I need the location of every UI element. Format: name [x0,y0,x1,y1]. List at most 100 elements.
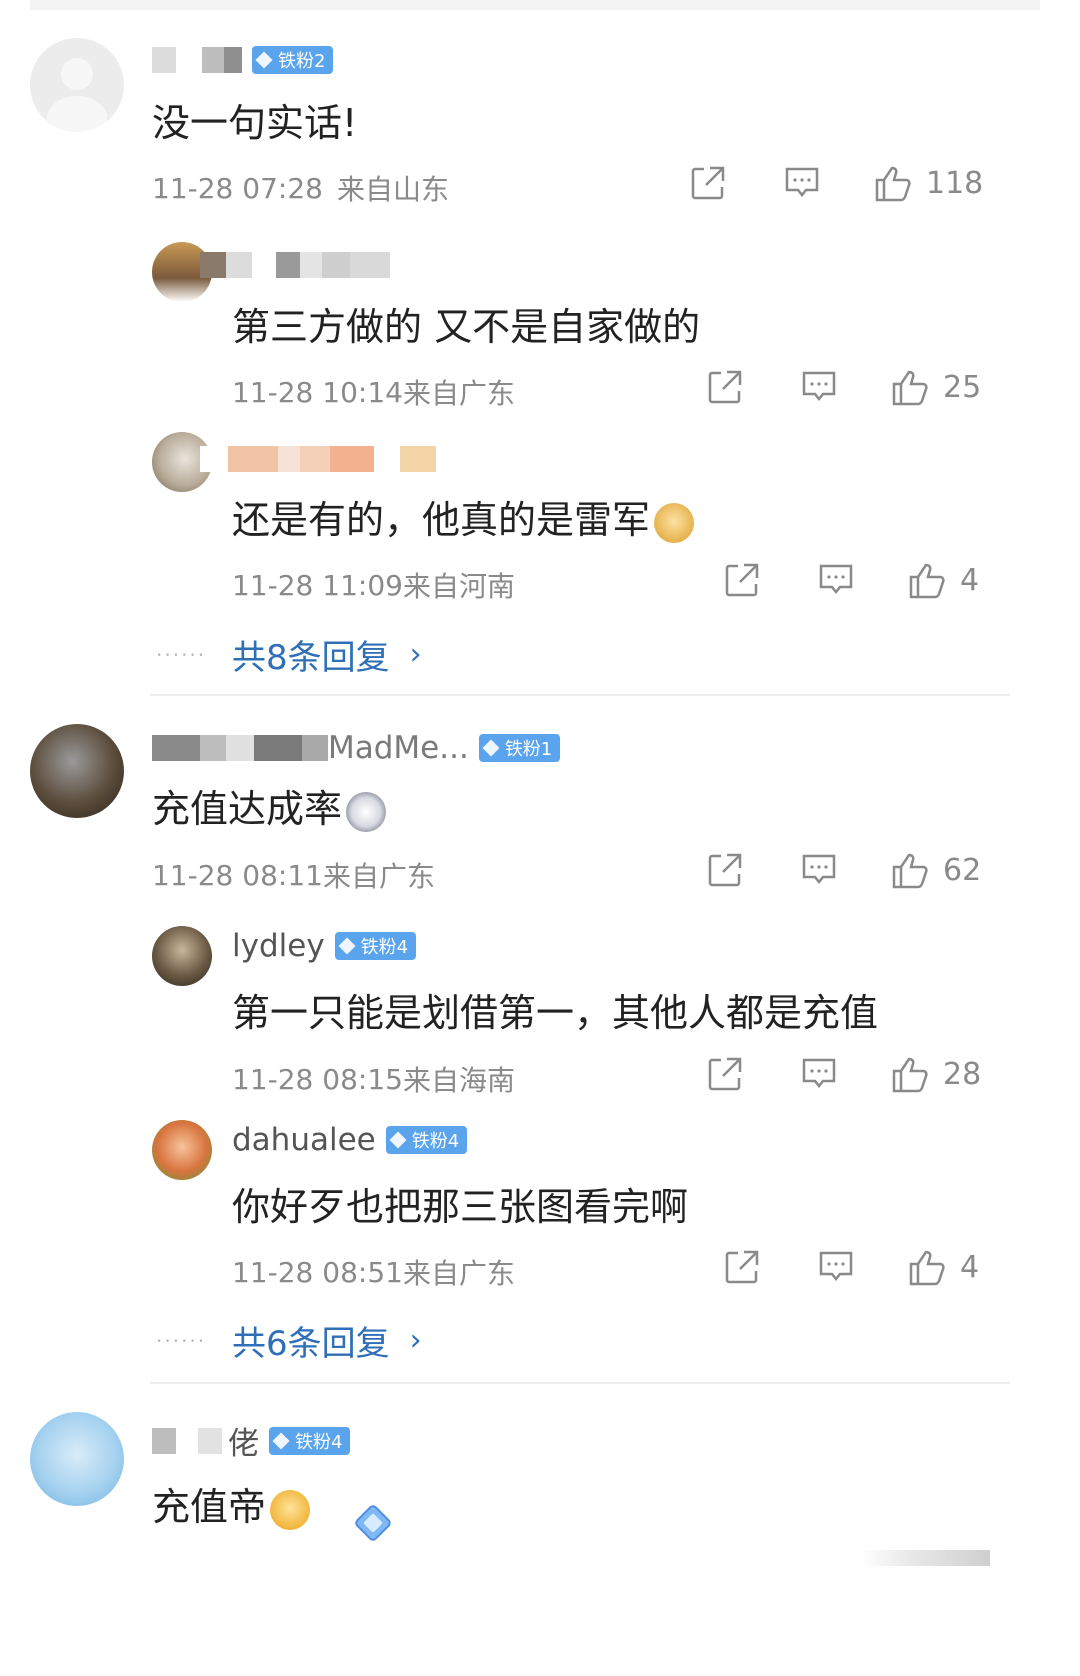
username-row: dahualee 铁粉4 [232,1122,468,1158]
location: 来自海南 [402,1064,515,1097]
avatar[interactable] [30,1412,124,1506]
thumbs-up-icon[interactable] [908,561,948,599]
reply-actions: 25 [707,368,981,406]
thumbs-up-icon[interactable] [891,851,931,889]
thumbs-up-icon[interactable] [874,164,914,202]
reply-text: 你好歹也把那三张图看完啊 [232,1185,689,1229]
fan-badge[interactable]: 铁粉4 [269,1426,351,1455]
reply-text-content: 还是有的，他真的是雷军 [232,498,651,542]
thumbs-up-icon[interactable] [891,368,931,406]
username-blurred[interactable] [200,446,436,472]
reply-actions: 4 [724,561,979,599]
timestamp: 11-28 08:15 [232,1062,403,1096]
reply-meta: 11-28 08:51 来自广东 [232,1252,515,1292]
timestamp: 11-28 08:51 [232,1255,403,1289]
fan-badge-label: 铁粉4 [411,1131,460,1152]
fan-badge-label: 铁粉4 [295,1431,343,1453]
more-replies-link[interactable]: ······ 共8条回复 › [156,630,422,679]
comment-text-content: 充值帝 [152,1485,267,1529]
reply-text: 第一只能是划借第一，其他人都是充值 [232,991,879,1035]
dots-divider: ······ [156,1328,207,1353]
comment-icon[interactable] [818,1249,854,1285]
comment-text: 充值达成率 [152,778,387,833]
comment-divider [150,1382,1010,1384]
location: 来自广东 [402,1257,515,1290]
diamond-icon [389,1131,407,1149]
username-partial[interactable]: 佬 [228,1418,259,1463]
share-icon[interactable] [707,369,743,405]
comment-text: 没一句实话! [152,101,358,145]
chevron-right-icon: › [409,1323,422,1358]
reply-actions: 28 [707,1055,981,1093]
comment-meta: 11-28 07:28 来自山东 [152,168,449,208]
username-row: lydley 铁粉4 [232,928,417,964]
avatar[interactable] [30,38,124,132]
avatar[interactable] [30,724,124,818]
dots-divider: ······ [156,642,207,667]
username-row: 佬 铁粉4 [152,1418,351,1463]
username[interactable]: lydley [232,928,325,964]
more-replies-link[interactable]: ······ 共6条回复 › [156,1316,422,1365]
fan-badge-label: 铁粉1 [504,739,553,760]
avatar[interactable] [152,1120,212,1180]
timestamp: 11-28 08:11 [152,858,323,892]
username-blurred[interactable] [152,1427,222,1454]
username-row: MadMe... 铁粉1 [152,730,561,766]
share-icon[interactable] [724,1249,760,1285]
username-blurred[interactable] [200,252,390,278]
fan-badge[interactable]: 铁粉1 [478,734,561,762]
username-blurred[interactable] [152,735,328,761]
top-divider [30,0,1040,10]
fan-badge[interactable]: 铁粉2 [252,46,334,74]
avatar[interactable] [152,926,212,986]
timestamp: 11-28 07:28 [152,171,323,205]
like-count: 4 [960,1249,980,1285]
doge-emoji-icon [654,502,695,543]
timestamp: 11-28 11:09 [232,568,403,602]
reply-text: 还是有的，他真的是雷军 [232,489,695,544]
sweat-emoji-icon [270,1489,311,1530]
reply-meta: 11-28 11:09 来自河南 [232,565,515,605]
chevron-right-icon: › [409,637,422,672]
comment-actions: 118 [690,164,983,202]
comment-actions: 62 [707,851,981,889]
location: 来自广东 [402,377,515,410]
username-partial[interactable]: MadMe... [328,730,469,766]
like-count: 118 [926,165,984,201]
timestamp: 11-28 10:14 [232,375,403,409]
diamond-icon [338,937,356,955]
comment-text: 充值帝 [152,1476,311,1531]
comment-divider [150,694,1010,696]
comment-icon[interactable] [818,562,854,598]
thumbs-up-icon[interactable] [891,1055,931,1093]
username-row [200,446,436,472]
like-count: 4 [960,562,980,598]
diamond-icon [272,1432,290,1449]
floating-diamond-icon[interactable] [350,1500,396,1546]
location: 来自山东 [336,173,449,206]
more-replies-label: 共8条回复 [232,638,390,678]
username[interactable]: dahualee [232,1122,376,1158]
comment-icon[interactable] [801,852,837,888]
share-icon[interactable] [707,1056,743,1092]
fan-badge-label: 铁粉2 [278,51,326,72]
location: 来自河南 [402,570,515,603]
more-replies-label: 共6条回复 [232,1324,390,1364]
like-count: 28 [943,1056,982,1092]
comment-icon[interactable] [784,165,820,201]
reply-meta: 11-28 08:15 来自海南 [232,1059,515,1099]
share-icon[interactable] [707,852,743,888]
fan-badge[interactable]: 铁粉4 [334,932,417,960]
comment-icon[interactable] [801,1056,837,1092]
reply-text: 第三方做的 又不是自家做的 [232,305,701,349]
comment-icon[interactable] [801,369,837,405]
comment-text-content: 充值达成率 [152,787,343,831]
fan-badge[interactable]: 铁粉4 [385,1126,468,1154]
comment-meta: 11-28 08:11 来自广东 [152,855,435,895]
reply-actions: 4 [724,1248,979,1286]
username-blurred[interactable] [152,47,242,73]
fan-badge-label: 铁粉4 [360,937,409,958]
share-icon[interactable] [690,165,726,201]
share-icon[interactable] [724,562,760,598]
thumbs-up-icon[interactable] [908,1248,948,1286]
